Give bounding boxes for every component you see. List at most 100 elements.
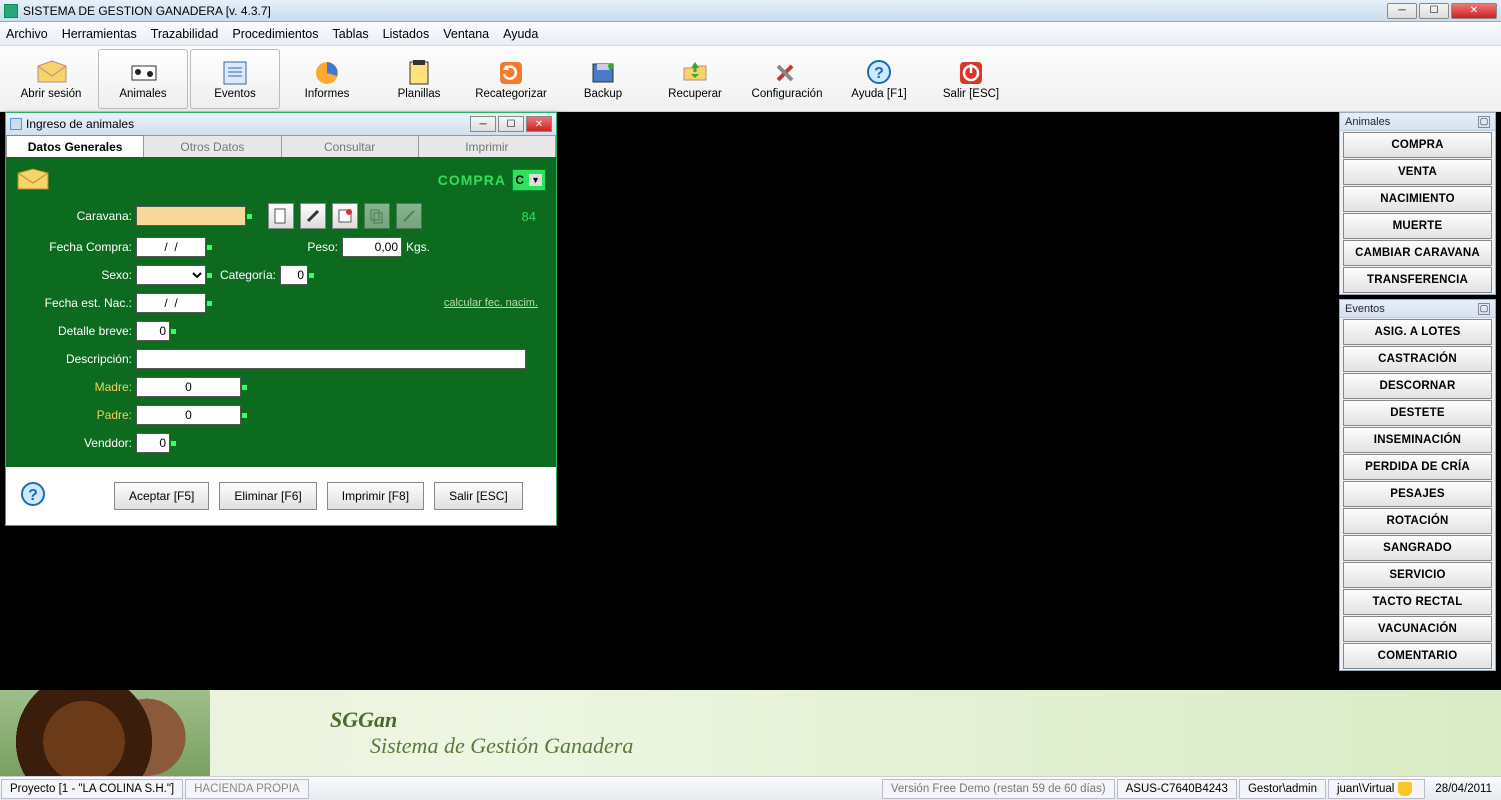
categoria-input[interactable] — [280, 265, 308, 285]
toolbar-salir-esc-[interactable]: Salir [ESC] — [926, 49, 1016, 109]
peso-input[interactable] — [342, 237, 402, 257]
pie-icon — [310, 58, 344, 86]
mail-icon — [16, 167, 50, 193]
status-user: Gestor\admin — [1239, 779, 1326, 799]
copy-button[interactable] — [364, 203, 390, 229]
caravana-input[interactable] — [136, 206, 246, 226]
cow-icon — [126, 58, 160, 86]
eventos-btn-asig-a-lotes[interactable]: ASIG. A LOTES — [1343, 319, 1492, 345]
status-session: juan\Virtual — [1328, 779, 1425, 799]
cows-image — [0, 690, 210, 776]
eventos-btn-vacunaci-n[interactable]: VACUNACIÓN — [1343, 616, 1492, 642]
menu-tablas[interactable]: Tablas — [333, 27, 369, 41]
ingreso-animales-window: Ingreso de animales ─ ☐ ✕ Datos Generale… — [5, 112, 557, 526]
sexo-select[interactable] — [136, 265, 206, 285]
animales-btn-transferencia[interactable]: TRANSFERENCIA — [1343, 267, 1492, 293]
tab-otros-datos[interactable]: Otros Datos — [144, 135, 281, 157]
toolbar-label: Ayuda [F1] — [851, 88, 906, 100]
toolbar-configuraci-n[interactable]: Configuración — [742, 49, 832, 109]
child-maximize-button[interactable]: ☐ — [498, 116, 524, 132]
menu-trazabilidad[interactable]: Trazabilidad — [151, 27, 219, 41]
eliminar-button[interactable]: Eliminar [F6] — [219, 482, 316, 510]
detalle-input[interactable] — [136, 321, 170, 341]
animales-btn-cambiar-caravana[interactable]: CAMBIAR CARAVANA — [1343, 240, 1492, 266]
eventos-btn-tacto-rectal[interactable]: TACTO RECTAL — [1343, 589, 1492, 615]
animales-btn-nacimiento[interactable]: NACIMIENTO — [1343, 186, 1492, 212]
toolbar-label: Backup — [584, 88, 622, 100]
menu-herramientas[interactable]: Herramientas — [62, 27, 137, 41]
eventos-btn-comentario[interactable]: COMENTARIO — [1343, 643, 1492, 669]
child-titlebar[interactable]: Ingreso de animales ─ ☐ ✕ — [6, 113, 556, 135]
animales-btn-compra[interactable]: COMPRA — [1343, 132, 1492, 158]
toolbar-label: Animales — [119, 88, 166, 100]
eventos-btn-perdida-de-cr-a[interactable]: PERDIDA DE CRÍA — [1343, 454, 1492, 480]
tab-imprimir[interactable]: Imprimir — [419, 135, 556, 157]
recycle-icon — [494, 58, 528, 86]
toolbar-recategorizar[interactable]: Recategorizar — [466, 49, 556, 109]
status-demo: Versión Free Demo (restan 59 de 60 días) — [882, 779, 1115, 799]
disk-icon — [586, 58, 620, 86]
minimize-button[interactable]: ─ — [1387, 3, 1417, 19]
peso-label: Peso: — [302, 240, 342, 254]
edit-button[interactable] — [300, 203, 326, 229]
padre-input[interactable] — [136, 405, 241, 425]
animales-btn-venta[interactable]: VENTA — [1343, 159, 1492, 185]
sexo-label: Sexo: — [16, 268, 136, 282]
menu-ayuda[interactable]: Ayuda — [503, 27, 538, 41]
panel-eventos-close-icon[interactable]: ▢ — [1478, 303, 1490, 315]
imprimir-button[interactable]: Imprimir [F8] — [327, 482, 424, 510]
toolbar-ayuda-f-[interactable]: ?Ayuda [F1] — [834, 49, 924, 109]
eventos-btn-servicio[interactable]: SERVICIO — [1343, 562, 1492, 588]
animales-btn-muerte[interactable]: MUERTE — [1343, 213, 1492, 239]
toolbar-recuperar[interactable]: Recuperar — [650, 49, 740, 109]
menu-archivo[interactable]: Archivo — [6, 27, 48, 41]
attach-button[interactable] — [396, 203, 422, 229]
child-close-button[interactable]: ✕ — [526, 116, 552, 132]
form-button-bar: ? Aceptar [F5] Eliminar [F6] Imprimir [F… — [6, 467, 556, 525]
fecha-compra-input[interactable] — [136, 237, 206, 257]
child-minimize-button[interactable]: ─ — [470, 116, 496, 132]
eventos-btn-destete[interactable]: DESTETE — [1343, 400, 1492, 426]
menu-procedimientos[interactable]: Procedimientos — [232, 27, 318, 41]
toolbar-planillas[interactable]: Planillas — [374, 49, 464, 109]
toolbar-informes[interactable]: Informes — [282, 49, 372, 109]
notes-button[interactable] — [332, 203, 358, 229]
panel-animales: Animales▢ COMPRAVENTANACIMIENTOMUERTECAM… — [1339, 112, 1496, 295]
descripcion-input[interactable] — [136, 349, 526, 369]
toolbar-label: Recuperar — [668, 88, 722, 100]
vendedor-label: Venddor: — [16, 436, 136, 450]
close-button[interactable]: ✕ — [1451, 3, 1497, 19]
help-icon[interactable]: ? — [16, 479, 50, 513]
status-hacienda: HACIENDA PROPIA — [185, 779, 308, 799]
folderup-icon — [678, 58, 712, 86]
tools-icon — [770, 58, 804, 86]
salir-button[interactable]: Salir [ESC] — [434, 482, 523, 510]
caravana-label: Caravana: — [16, 209, 136, 223]
panel-animales-close-icon[interactable]: ▢ — [1478, 116, 1490, 128]
eventos-btn-castraci-n[interactable]: CASTRACIÓN — [1343, 346, 1492, 372]
compra-select[interactable]: C — [512, 169, 546, 191]
eventos-btn-pesajes[interactable]: PESAJES — [1343, 481, 1492, 507]
eventos-btn-descornar[interactable]: DESCORNAR — [1343, 373, 1492, 399]
eventos-btn-rotaci-n[interactable]: ROTACIÓN — [1343, 508, 1492, 534]
calc-fecha-link[interactable]: calcular fec. nacim. — [444, 297, 538, 309]
toolbar-animales[interactable]: Animales — [98, 49, 188, 109]
tab-datos-generales[interactable]: Datos Generales — [6, 135, 144, 157]
footer-banner: SGGan Sistema de Gestión Ganadera — [0, 690, 1501, 776]
eventos-btn-sangrado[interactable]: SANGRADO — [1343, 535, 1492, 561]
fecha-nac-input[interactable] — [136, 293, 206, 313]
aceptar-button[interactable]: Aceptar [F5] — [114, 482, 209, 510]
eventos-btn-inseminaci-n[interactable]: INSEMINACIÓN — [1343, 427, 1492, 453]
power-icon — [954, 58, 988, 86]
menu-ventana[interactable]: Ventana — [443, 27, 489, 41]
toolbar-abrir-sesi-n[interactable]: Abrir sesión — [6, 49, 96, 109]
madre-input[interactable] — [136, 377, 241, 397]
menu-listados[interactable]: Listados — [383, 27, 430, 41]
tab-consultar[interactable]: Consultar — [282, 135, 419, 157]
new-doc-button[interactable] — [268, 203, 294, 229]
main-toolbar: Abrir sesión Animales EventosInformesPlani… — [0, 46, 1501, 112]
maximize-button[interactable]: ☐ — [1419, 3, 1449, 19]
toolbar-eventos[interactable]: Eventos — [190, 49, 280, 109]
toolbar-backup[interactable]: Backup — [558, 49, 648, 109]
vendedor-input[interactable] — [136, 433, 170, 453]
